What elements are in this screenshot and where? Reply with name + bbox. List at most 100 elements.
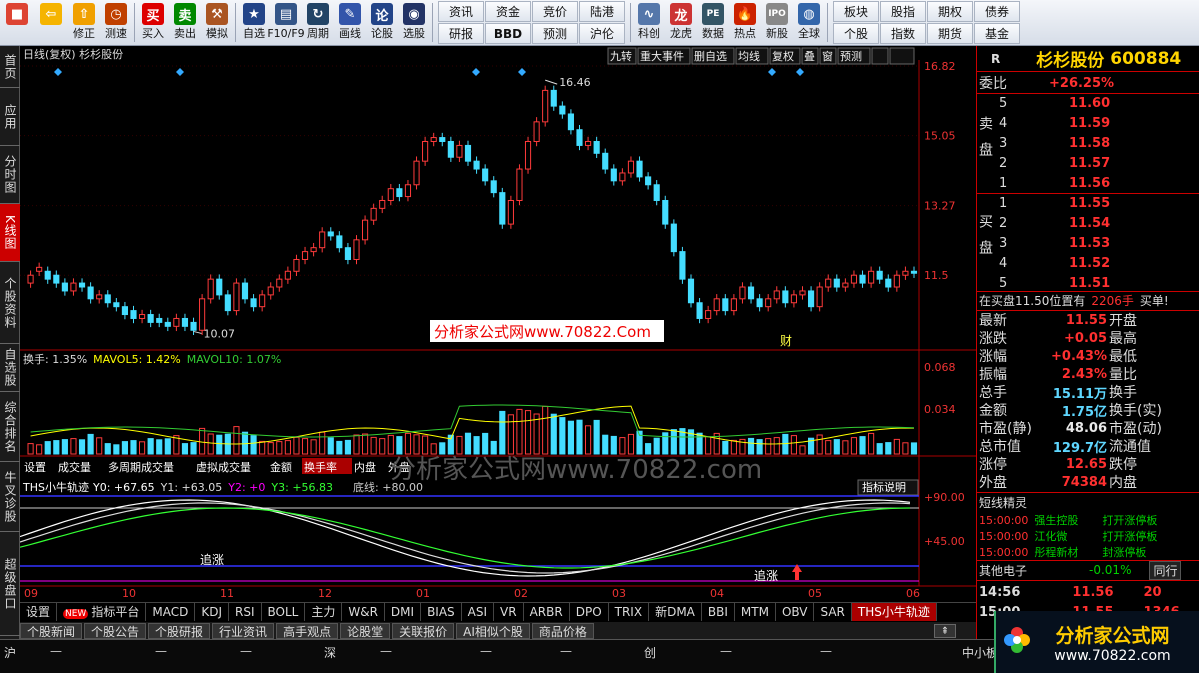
volume-tab-2[interactable]: 多周期成交量	[108, 460, 174, 474]
news-tab-3[interactable]: 行业资讯	[212, 622, 275, 639]
indicator-tab-0[interactable]: 设置	[20, 603, 58, 621]
indicator-tab-10[interactable]: ASI	[462, 603, 495, 621]
leftnav-item-7[interactable]: 牛叉诊股	[0, 462, 20, 532]
lock-icon[interactable]	[871, 47, 889, 65]
news-tab-2[interactable]: 个股研报	[148, 622, 211, 639]
short-row[interactable]: 15:00:00 江化微 打开涨停板	[977, 528, 1199, 544]
indicator-tab-4[interactable]: RSI	[229, 603, 262, 621]
toolbar-grid1-item[interactable]: 沪伦	[579, 23, 625, 44]
leftnav-item-5[interactable]: 自选股	[0, 344, 20, 392]
indicator-tab-9[interactable]: BIAS	[421, 603, 462, 621]
indicator-tab-5[interactable]: BOLL	[262, 603, 306, 621]
buy-row[interactable]: 2 11.54	[977, 213, 1199, 233]
leftnav-item-6[interactable]: 综合排名	[0, 392, 20, 462]
tb2-button-3[interactable]: 🔥 热点	[729, 0, 761, 45]
sell-row[interactable]: 2 11.57	[977, 153, 1199, 173]
toolbar-grid2-item[interactable]: 股指	[880, 1, 926, 22]
volume-tab-0[interactable]: 设置	[24, 461, 46, 474]
chart-tool-6[interactable]: 窗	[819, 47, 837, 65]
toolbar-grid1-item[interactable]: 竞价	[532, 1, 578, 22]
indicator-tab-16[interactable]: BBI	[702, 603, 735, 621]
tb1-button-12[interactable]: ◉ 选股	[398, 0, 430, 45]
tb2-button-2[interactable]: PE 数据	[697, 0, 729, 45]
kline-chart[interactable]: 日线(复权) 杉杉股份 九转 重大事件 删自选 均线 复权叠窗预测 16.82 15.05 13…	[20, 46, 976, 602]
news-tab-1[interactable]: 个股公告	[84, 622, 147, 639]
indicator-tab-12[interactable]: ARBR	[524, 603, 570, 621]
chart-tool-7[interactable]: 预测	[837, 47, 871, 65]
short-row[interactable]: 15:00:00 彤程新材 封涨停板	[977, 544, 1199, 560]
sell-row[interactable]: 3 11.58	[977, 133, 1199, 153]
indicator-tab-11[interactable]: VR	[494, 603, 524, 621]
chart-tool-5[interactable]: 叠	[801, 47, 819, 65]
volume-tab-6[interactable]: 内盘	[354, 460, 376, 474]
buy-row[interactable]: 1 11.55	[977, 193, 1199, 213]
indicator-tab-18[interactable]: OBV	[776, 603, 815, 621]
toolbar-grid1-item[interactable]: 资金	[485, 1, 531, 22]
expand-icon[interactable]	[889, 47, 915, 65]
leftnav-item-1[interactable]: 应用	[0, 88, 20, 146]
volume-tab-5[interactable]: 换手率	[302, 458, 352, 474]
toolbar-grid2-item[interactable]: 债券	[974, 1, 1020, 22]
tb1-button-5[interactable]: 卖卖出	[169, 0, 201, 45]
news-tab-0[interactable]: 个股新闻	[20, 622, 83, 639]
tb2-button-5[interactable]: ◍ 全球	[793, 0, 825, 45]
toolbar-grid1-item[interactable]: 研报	[438, 23, 484, 44]
leftnav-item-2[interactable]: 分时图	[0, 146, 20, 204]
tb1-button-9[interactable]: ↻ 周期	[302, 0, 334, 45]
tb1-button-3[interactable]: ◷ 测速	[100, 0, 132, 45]
tb1-button-2[interactable]: ⇧ 修正	[68, 0, 100, 45]
indicator-tab-19[interactable]: SAR	[814, 603, 852, 621]
news-tab-8[interactable]: 商品价格	[531, 622, 594, 639]
sell-row[interactable]: 5 11.60	[977, 93, 1199, 113]
chart-tool-4[interactable]: 复权	[769, 47, 801, 65]
indicator-tab-1[interactable]: NEW 指标平台	[57, 603, 147, 621]
chart-tool-3[interactable]: 均线	[735, 47, 769, 65]
news-tab-7[interactable]: AI相似个股	[456, 622, 530, 639]
volume-tab-1[interactable]: 成交量	[58, 460, 91, 474]
toolbar-grid2-item[interactable]: 期权	[927, 1, 973, 22]
indicator-explain-button[interactable]: 指标说明	[857, 479, 919, 496]
tb2-button-1[interactable]: 龙龙虎	[665, 0, 697, 45]
volume-tab-3[interactable]: 虚拟成交量	[196, 460, 251, 474]
sell-row[interactable]: 4 11.59	[977, 113, 1199, 133]
leftnav-item-8[interactable]: 超级盘口	[0, 532, 20, 636]
tb1-button-7[interactable]: ★ 自选	[238, 0, 270, 45]
leftnav-item-0[interactable]: 首页	[0, 46, 20, 88]
indicator-tab-14[interactable]: TRIX	[609, 603, 650, 621]
indicator-tab-15[interactable]: 新DMA	[649, 603, 702, 621]
buy-row[interactable]: 4 11.52	[977, 253, 1199, 273]
indicator-tab-2[interactable]: MACD	[146, 603, 196, 621]
toolbar-grid1-item[interactable]: 预测	[532, 23, 578, 44]
toolbar-grid2-item[interactable]: 板块	[833, 1, 879, 22]
indicator-tab-7[interactable]: W&R	[342, 603, 385, 621]
short-row[interactable]: 15:00:00 强生控股 打开涨停板	[977, 512, 1199, 528]
sell-row[interactable]: 1 11.56	[977, 173, 1199, 193]
scroll-top-icon[interactable]: ⇞	[934, 623, 956, 638]
news-tab-5[interactable]: 论股堂	[340, 622, 391, 639]
tb1-button-10[interactable]: ✎ 画线	[334, 0, 366, 45]
tb1-button-1[interactable]: ⇦	[34, 0, 68, 45]
toolbar-grid1-item[interactable]: 资讯	[438, 1, 484, 22]
indicator-tab-3[interactable]: KDJ	[195, 603, 229, 621]
tb1-button-6[interactable]: ⚒ 模拟	[201, 0, 233, 45]
indicator-tab-13[interactable]: DPO	[570, 603, 609, 621]
chart-tool-2[interactable]: 删自选	[691, 47, 735, 65]
tb2-button-4[interactable]: IPO 新股	[761, 0, 793, 45]
sector-peer-button[interactable]: 同行	[1149, 560, 1182, 580]
indicator-tab-8[interactable]: DMI	[385, 603, 422, 621]
leftnav-item-3[interactable]: K线图	[0, 204, 20, 262]
chart-tool-0[interactable]: 九转	[607, 47, 637, 65]
buy-row[interactable]: 3 11.53	[977, 233, 1199, 253]
toolbar-grid1-item[interactable]: 陆港	[579, 1, 625, 22]
toolbar-grid1-item[interactable]: BBD	[485, 23, 531, 44]
volume-tab-4[interactable]: 金额	[270, 460, 292, 474]
tb1-button-11[interactable]: 论论股	[366, 0, 398, 45]
toolbar-grid2-item[interactable]: 指数	[880, 23, 926, 44]
tb1-button-4[interactable]: 买买入	[137, 0, 169, 45]
news-tab-4[interactable]: 高手观点	[276, 622, 339, 639]
toolbar-grid2-item[interactable]: 个股	[833, 23, 879, 44]
chart-tool-1[interactable]: 重大事件	[637, 47, 691, 65]
toolbar-grid2-item[interactable]: 期货	[927, 23, 973, 44]
tb1-button-8[interactable]: ▤ F10/F9	[267, 0, 305, 45]
indicator-tab-20[interactable]: THS小牛轨迹	[851, 603, 937, 621]
